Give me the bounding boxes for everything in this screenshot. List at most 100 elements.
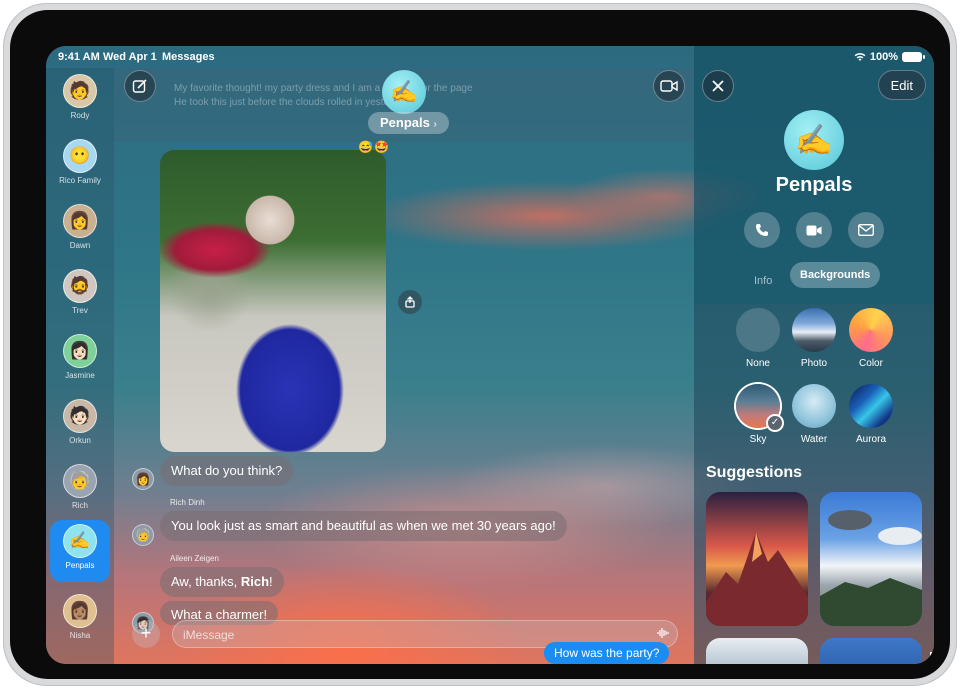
chevron-right-icon: ›	[433, 119, 437, 130]
suggestion-clouds[interactable]	[706, 638, 808, 664]
sidebar-contact-rich[interactable]: 🧓 Rich	[50, 460, 110, 522]
background-option-sky[interactable]: ✓ Sky	[728, 384, 788, 445]
mention: Rich	[240, 574, 270, 589]
plus-icon: +	[140, 623, 152, 643]
suggestion-alpine-clouds[interactable]	[820, 492, 922, 626]
sender-name: Aileen Zeigen	[170, 554, 219, 563]
avatar: 🧔	[63, 269, 97, 303]
details-panel: Edit ✍️ Penpals Info Backgrounds None Ph…	[694, 46, 934, 664]
group-avatar[interactable]: ✍️	[382, 70, 426, 114]
option-label: Water	[800, 434, 828, 445]
edit-button[interactable]: Edit	[877, 70, 926, 100]
swatch: ✓	[736, 384, 784, 432]
tab-backgrounds[interactable]: Backgrounds	[790, 262, 881, 288]
outgoing-message-preview[interactable]: How was the party?	[544, 642, 670, 664]
message-text: Aw, thanks,	[171, 574, 241, 589]
status-app-name: Messages	[162, 51, 215, 63]
video-camera-icon	[660, 80, 678, 92]
group-avatar-large[interactable]: ✍️	[784, 110, 844, 170]
composer-placeholder: iMessage	[183, 628, 235, 642]
sidebar-contact-rico-family[interactable]: 😶 Rico Family	[50, 135, 110, 197]
sidebar-contact-rody[interactable]: 🧑 Rody	[50, 70, 110, 132]
contact-name: Rody	[70, 111, 90, 120]
mail-button[interactable]	[848, 212, 884, 248]
sidebar-contact-orkun[interactable]: 🧑🏻 Orkun	[50, 395, 110, 457]
contact-name: Rico Family	[59, 176, 101, 185]
video-button[interactable]	[796, 212, 832, 248]
status-bar: 9:41 AM Wed Apr 1 Messages 100%	[46, 46, 934, 68]
sidebar-contact-dawn[interactable]: 👩 Dawn	[50, 200, 110, 262]
sidebar-contact-penpals[interactable]: ✍️ Penpals	[50, 520, 110, 582]
compose-button[interactable]	[124, 70, 156, 102]
group-name: Penpals	[380, 115, 430, 130]
background-option-none[interactable]: None	[728, 308, 788, 369]
avatar: ✍️	[63, 524, 97, 558]
contact-name: Jasmine	[65, 371, 95, 380]
phone-icon	[756, 224, 768, 236]
ipad-frame: 9:41 AM Wed Apr 1 Messages 100% 🧑 Rody 😶…	[3, 3, 957, 686]
close-button[interactable]	[702, 70, 734, 102]
avatar: 👩	[132, 468, 154, 490]
status-time: 9:41 AM	[58, 51, 100, 63]
avatar: 🧑🏻	[63, 399, 97, 433]
avatar: 🧓	[63, 464, 97, 498]
swatch	[849, 384, 893, 428]
battery-icon	[902, 52, 925, 62]
background-option-aurora[interactable]: Aurora	[841, 384, 901, 445]
ghost-line: My favorite thought! my party dress and …	[174, 83, 473, 94]
apps-plus-button[interactable]: +	[132, 620, 160, 648]
sidebar-contact-trev[interactable]: 🧔 Trev	[50, 265, 110, 327]
group-name-button[interactable]: Penpals ›	[368, 112, 449, 134]
share-icon	[405, 296, 415, 308]
background-option-water[interactable]: Water	[784, 384, 844, 445]
background-option-color[interactable]: Color	[841, 308, 901, 369]
sidebar-contact-jasmine[interactable]: 👩🏻 Jasmine	[50, 330, 110, 392]
share-button[interactable]	[398, 290, 422, 314]
message-bubble[interactable]: Aw, thanks, Rich!	[160, 567, 284, 597]
status-date: Wed Apr 1	[103, 51, 157, 63]
swatch	[792, 384, 836, 428]
option-label: Aurora	[855, 434, 886, 445]
avatar: 👩🏽	[63, 594, 97, 628]
wifi-icon	[854, 53, 866, 61]
avatar: 👩	[63, 204, 97, 238]
sender-name: Rich Dinh	[170, 498, 205, 507]
message-bubble[interactable]: You look just as smart and beautiful as …	[160, 511, 567, 541]
swatch	[849, 308, 893, 352]
tab-info[interactable]: Info	[754, 268, 772, 294]
option-label: None	[746, 358, 770, 369]
contact-name: Nisha	[69, 631, 91, 640]
status-right: 100%	[854, 51, 925, 63]
sidebar-contact-nisha[interactable]: 👩🏽 Nisha	[50, 590, 110, 652]
conversation-sidebar: 🧑 Rody 😶 Rico Family 👩 Dawn 🧔 Trev 👩🏻 Ja…	[46, 68, 114, 664]
contact-name: Rich	[71, 501, 88, 510]
suggestions-heading: Suggestions	[706, 464, 803, 481]
envelope-icon	[858, 224, 874, 236]
audio-waveform-icon[interactable]	[657, 627, 669, 642]
message-text: !	[269, 574, 273, 589]
compose-icon	[132, 79, 147, 93]
contact-name: Dawn	[69, 241, 91, 250]
call-button[interactable]	[744, 212, 780, 248]
battery-percent: 100%	[869, 51, 898, 63]
suggestion-blue-sky[interactable]	[820, 638, 922, 664]
avatar: 🧑	[63, 74, 97, 108]
facetime-button[interactable]	[653, 70, 685, 102]
suggestion-mountains-sunset[interactable]	[706, 492, 808, 626]
tapback-reaction[interactable]: 😅	[358, 140, 373, 154]
checkmark-icon: ✓	[766, 414, 784, 432]
avatar: 🧓	[132, 524, 154, 546]
background-option-photo[interactable]: Photo	[784, 308, 844, 369]
ipad-bezel: 9:41 AM Wed Apr 1 Messages 100% 🧑 Rody 😶…	[10, 10, 950, 679]
avatar: 👩🏻	[63, 334, 97, 368]
ghost-line: He took this just before the clouds roll…	[174, 97, 411, 108]
video-camera-icon	[806, 225, 822, 235]
scrolled-message-preview: My favorite thought! my party dress and …	[174, 82, 473, 110]
contact-name: Orkun	[69, 436, 91, 445]
tapback-reaction[interactable]: 🤩	[374, 140, 389, 154]
swatch	[736, 308, 780, 352]
close-icon	[712, 80, 724, 92]
message-bubble[interactable]: What do you think?	[160, 456, 294, 486]
scroll-indicator[interactable]	[926, 652, 932, 662]
photo-message[interactable]	[160, 150, 386, 452]
